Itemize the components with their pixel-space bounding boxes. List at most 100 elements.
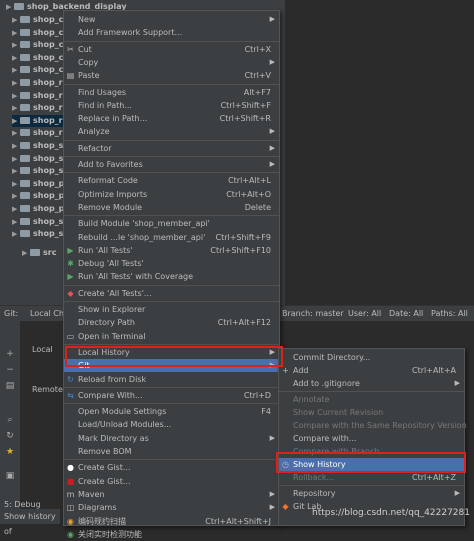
chevron-right-icon[interactable]: ▶ xyxy=(12,153,20,165)
chevron-right-icon[interactable]: ▶ xyxy=(12,190,20,202)
chevron-right-icon[interactable]: ▶ xyxy=(12,140,20,152)
chevron-right-icon[interactable]: ▶ xyxy=(6,1,14,13)
tree-item[interactable]: ▶ shop_r xyxy=(12,114,63,127)
menu-item-rebuild-le-shop-member-api[interactable]: Rebuild ...le 'shop_member_api' Ctrl+Shif… xyxy=(64,231,279,244)
menu-item-compare-with[interactable]: Compare with... xyxy=(279,432,464,445)
refresh-icon[interactable]: ↻ xyxy=(5,431,15,441)
tree-item[interactable]: ▶ shop_c xyxy=(12,64,63,76)
menu-item-find-usages[interactable]: Find Usages Alt+F7 xyxy=(64,86,279,99)
menu-item-create-gist[interactable]: ● Create Gist... xyxy=(64,461,279,474)
menu-item-analyze[interactable]: Analyze ▶ xyxy=(64,125,279,138)
minus-icon[interactable]: − xyxy=(5,365,15,375)
tree-item[interactable]: ▶ shop_s xyxy=(12,153,63,165)
panel-icon[interactable]: ▣ xyxy=(5,471,15,481)
menu-item-run-all-tests[interactable]: ▶ Run 'All Tests' Ctrl+Shift+F10 xyxy=(64,244,279,257)
menu-item-directory-path[interactable]: Directory Path Ctrl+Alt+F12 xyxy=(64,316,279,329)
tree-item[interactable]: ▶ shop_p xyxy=(12,203,64,215)
menu-item-show-current-revision[interactable]: Show Current Revision xyxy=(279,406,464,419)
tree-item[interactable]: ▶ shop_c xyxy=(12,52,63,64)
menu-item-open-module-settings[interactable]: Open Module Settings F4 xyxy=(64,405,279,418)
menu-item-load-unload-modules[interactable]: Load/Unload Modules... xyxy=(64,418,279,431)
menu-item-add-framework-support[interactable]: Add Framework Support... xyxy=(64,26,279,39)
plus-icon[interactable]: + xyxy=(5,349,15,359)
menu-item-add-to-favorites[interactable]: Add to Favorites ▶ xyxy=(64,158,279,171)
chevron-right-icon[interactable]: ▶ xyxy=(12,64,20,76)
tree-item[interactable]: ▶ shop_r xyxy=(12,90,63,102)
tree-item[interactable]: ▶ shop_c xyxy=(12,14,63,26)
menu-item-add[interactable]: + Add Ctrl+Alt+A xyxy=(279,364,464,377)
menu-item-open-in-terminal[interactable]: ▭ Open in Terminal xyxy=(64,330,279,343)
paths-filter[interactable]: Paths: All xyxy=(431,306,468,322)
menu-item-remove-module[interactable]: Remove Module Delete xyxy=(64,201,279,214)
chevron-right-icon[interactable]: ▶ xyxy=(12,178,20,190)
tree-item[interactable]: ▶ shop_r xyxy=(12,127,63,139)
branch-filter[interactable]: Branch: master xyxy=(282,306,344,322)
menu-item-show-in-explorer[interactable]: Show in Explorer xyxy=(64,303,279,316)
remote-branches-label[interactable]: Remote xyxy=(32,385,63,394)
user-filter[interactable]: User: All xyxy=(348,306,381,322)
tree-item[interactable]: ▶ shop_p xyxy=(12,190,64,202)
tree-item[interactable]: ▶ shop_s xyxy=(12,228,63,240)
chevron-right-icon[interactable]: ▶ xyxy=(12,228,20,240)
menu-item-new[interactable]: New ▶ xyxy=(64,13,279,26)
menu-item-run-all-tests-with-coverage[interactable]: ▶ Run 'All Tests' with Coverage xyxy=(64,270,279,283)
tree-item[interactable]: ▶ shop_s xyxy=(12,140,63,152)
tree-item[interactable]: ▶ shop_r xyxy=(12,102,63,114)
date-filter[interactable]: Date: All xyxy=(389,306,423,322)
tree-item[interactable]: ▶ src xyxy=(22,247,56,259)
menu-item-shortcut: Ctrl+X xyxy=(244,44,271,54)
chevron-right-icon[interactable]: ▶ xyxy=(12,165,20,177)
menu-item-paste[interactable]: ▤ Paste Ctrl+V xyxy=(64,69,279,82)
tree-item[interactable]: ▶ shop_c xyxy=(12,39,63,51)
menu-item-label: Replace in Path... xyxy=(78,114,148,124)
chevron-right-icon[interactable]: ▶ xyxy=(12,102,20,114)
tree-item[interactable]: ▶ shop_s xyxy=(12,165,63,177)
chevron-right-icon[interactable]: ▶ xyxy=(12,52,20,64)
menu-item-debug-all-tests[interactable]: ✱ Debug 'All Tests' xyxy=(64,257,279,270)
menu-item-create-gist[interactable]: ■ Create Gist... xyxy=(64,475,279,488)
chevron-right-icon[interactable]: ▶ xyxy=(22,247,30,259)
chevron-right-icon[interactable]: ▶ xyxy=(12,77,20,89)
menu-item-copy[interactable]: Copy ▶ xyxy=(64,56,279,69)
menu-item-remove-bom[interactable]: Remove BOM xyxy=(64,445,279,458)
menu-item-[interactable]: ◉ 关闭实时检测功能 xyxy=(64,528,279,541)
tree-item[interactable]: ▶ shop_s xyxy=(12,216,63,228)
chevron-right-icon[interactable]: ▶ xyxy=(12,27,20,39)
menu-item-label: Find Usages xyxy=(78,87,127,97)
chevron-right-icon[interactable]: ▶ xyxy=(12,216,20,228)
local-branches-label[interactable]: Local xyxy=(32,345,53,354)
menu-item-create-all-tests[interactable]: ◆ Create 'All Tests'... xyxy=(64,287,279,300)
menu-item-find-in-path[interactable]: Find in Path... Ctrl+Shift+F xyxy=(64,99,279,112)
menu-item-maven[interactable]: m Maven ▶ xyxy=(64,488,279,501)
menu-item-reformat-code[interactable]: Reformat Code Ctrl+Alt+L xyxy=(64,174,279,187)
menu-item-refactor[interactable]: Refactor ▶ xyxy=(64,142,279,155)
tree-item[interactable]: ▶ shop_p xyxy=(12,178,64,190)
chevron-right-icon[interactable]: ▶ xyxy=(12,90,20,102)
collapse-icon[interactable]: ▤ xyxy=(5,381,15,391)
menu-item-annotate[interactable]: Annotate xyxy=(279,393,464,406)
menu-item-build-module-shop-member-api[interactable]: Build Module 'shop_member_api' xyxy=(64,217,279,230)
menu-item-shortcut: Ctrl+Shift+R xyxy=(219,114,271,124)
menu-item-label: Rebuild ...le 'shop_member_api' xyxy=(78,232,206,242)
chevron-right-icon[interactable]: ▶ xyxy=(12,115,20,127)
tree-item[interactable]: ▶ shop_r xyxy=(12,77,63,89)
chevron-right-icon[interactable]: ▶ xyxy=(12,39,20,51)
menu-item-mark-directory-as[interactable]: Mark Directory as ▶ xyxy=(64,432,279,445)
chevron-right-icon[interactable]: ▶ xyxy=(12,127,20,139)
chevron-right-icon[interactable]: ▶ xyxy=(12,203,20,215)
menu-item-commit-directory[interactable]: Commit Directory... xyxy=(279,351,464,364)
star-icon[interactable]: ★ xyxy=(5,447,15,457)
menu-item-compare-with-the-same-repository-version[interactable]: Compare with the Same Repository Version xyxy=(279,419,467,432)
menu-item-replace-in-path[interactable]: Replace in Path... Ctrl+Shift+R xyxy=(64,112,279,125)
menu-item-cut[interactable]: ✂ Cut Ctrl+X xyxy=(64,43,279,56)
tree-item[interactable]: ▶ shop_c xyxy=(12,27,63,39)
menu-item-add-to-gitignore[interactable]: Add to .gitignore ▶ xyxy=(279,377,464,390)
menu-item-reload-from-disk[interactable]: ↻ Reload from Disk xyxy=(64,373,279,386)
chevron-right-icon[interactable]: ▶ xyxy=(12,14,20,26)
menu-item-optimize-imports[interactable]: Optimize Imports Ctrl+Alt+O xyxy=(64,188,279,201)
menu-item-diagrams[interactable]: ◫ Diagrams ▶ xyxy=(64,501,279,514)
menu-item-repository[interactable]: Repository ▶ xyxy=(279,487,464,500)
search-icon[interactable]: ⌕ xyxy=(5,415,15,425)
menu-item-compare-with[interactable]: ⇆ Compare With... Ctrl+D xyxy=(64,389,279,402)
menu-item-[interactable]: ◉ 编码规约扫描 Ctrl+Alt+Shift+J xyxy=(64,515,279,528)
